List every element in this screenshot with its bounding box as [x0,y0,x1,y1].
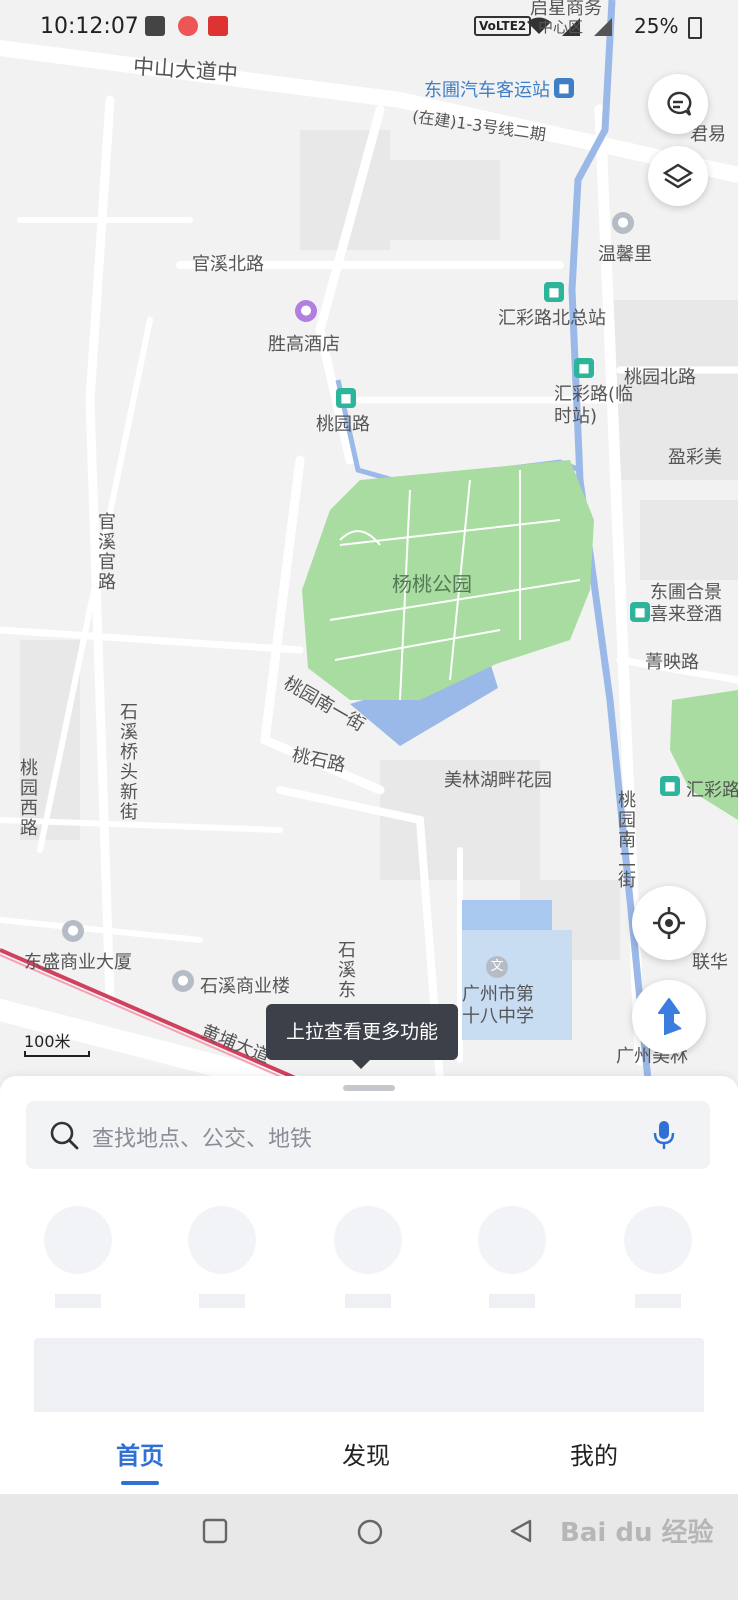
road-label-vertical: 桃园南二街 [615,790,636,890]
park-label: 杨桃公园 [392,572,472,596]
battery-percent: 25% [634,14,679,38]
poi-label: 盈彩美 [668,447,722,468]
shortcut-placeholder[interactable] [334,1206,402,1308]
building-icon: ● [62,920,84,942]
system-nav-bar: Bai du 经验 [0,1494,738,1600]
app-notification-icon [208,16,228,36]
status-time: 10:12:07 [40,14,139,39]
layers-icon [662,163,694,189]
microphone-icon[interactable] [652,1119,676,1151]
layers-button[interactable] [648,146,708,206]
poi-label: 中心区 [538,18,584,36]
tab-label: 首页 [116,1442,164,1470]
poi-label: 东盛商业大厦 [24,952,132,973]
station-label: 东圃汽车客运站 [424,80,550,101]
tab-label: 我的 [570,1442,618,1470]
building-icon: ● [172,970,194,992]
banner-placeholder[interactable] [34,1338,704,1418]
back-icon[interactable] [508,1518,534,1544]
bus-station-icon: ■ [554,78,574,98]
gallery-icon [145,16,165,36]
search-bar[interactable]: 查找地点、公交、地铁 [26,1101,710,1169]
shortcut-placeholder[interactable] [44,1206,112,1308]
tab-discover[interactable]: 发现 [316,1436,416,1471]
bus-station-icon: ■ [336,388,356,408]
station-label: 桃园路 [316,414,370,435]
road-label-vertical: 官溪官路 [95,512,116,592]
scale-label: 100米 [24,1032,71,1051]
home-icon[interactable] [356,1518,384,1546]
poi-label: 联华 [692,952,728,973]
recent-apps-icon[interactable] [202,1518,228,1544]
shortcut-placeholder[interactable] [188,1206,256,1308]
search-icon [50,1121,79,1150]
drag-handle[interactable] [343,1085,395,1091]
message-icon [667,91,692,116]
tab-label: 发现 [342,1442,390,1470]
tab-home[interactable]: 首页 [90,1436,190,1485]
baidu-watermark: Bai du 经验 [560,1518,714,1548]
bottom-sheet[interactable]: 查找地点、公交、地铁 [0,1076,738,1418]
search-placeholder: 查找地点、公交、地铁 [92,1127,313,1152]
map-scale: 100米 [24,1028,90,1057]
bus-station-icon: ■ [660,776,680,796]
school-icon: 文 [486,956,508,978]
poi-label: 美林湖畔花园 [444,770,552,791]
shortcut-placeholder[interactable] [624,1206,692,1308]
road-label: 官溪北路 [192,254,264,275]
station-label: 汇彩路 [686,780,738,801]
poi-label: 胜高酒店 [268,334,340,355]
route-button[interactable] [632,980,706,1054]
volte-badge: VoLTE2 [474,16,532,36]
hotel-icon: ● [295,300,317,322]
shortcut-placeholder[interactable] [478,1206,546,1308]
map-app-icon [178,16,198,36]
poi-label: 石溪商业楼 [200,976,290,997]
road-label: 桃园北路 [624,367,696,388]
locate-button[interactable] [632,886,706,960]
road-label: 菁映路 [645,652,699,673]
tab-bar: 首页 发现 我的 [0,1412,738,1494]
station-label: 汇彩路北总站 [498,308,606,329]
locate-icon [653,907,685,939]
residence-icon: ● [612,212,634,234]
scale-bar [24,1051,90,1057]
active-tab-indicator [121,1481,159,1485]
bus-station-icon: ■ [544,282,564,302]
route-icon [658,998,682,1035]
road-label-vertical: 石溪桥头新街 [117,702,138,822]
road-label-vertical: 石溪东 [335,940,356,1000]
bus-station-icon: ■ [630,602,650,622]
pull-up-tooltip: 上拉查看更多功能 [266,1004,458,1069]
poi-label: 东圃合景喜来登酒 [650,582,722,625]
poi-label: 广州市第十八中学 [462,984,534,1027]
bus-station-icon: ■ [574,358,594,378]
status-bar: 10:12:07 VoLTE2 25% [0,0,738,54]
battery-icon [688,17,702,39]
poi-label: 温馨里 [598,244,652,265]
station-label: 汇彩路(临时站) [554,384,634,427]
road-label-vertical: 桃园西路 [17,758,38,838]
tab-me[interactable]: 我的 [544,1436,644,1471]
message-button[interactable] [648,74,708,134]
